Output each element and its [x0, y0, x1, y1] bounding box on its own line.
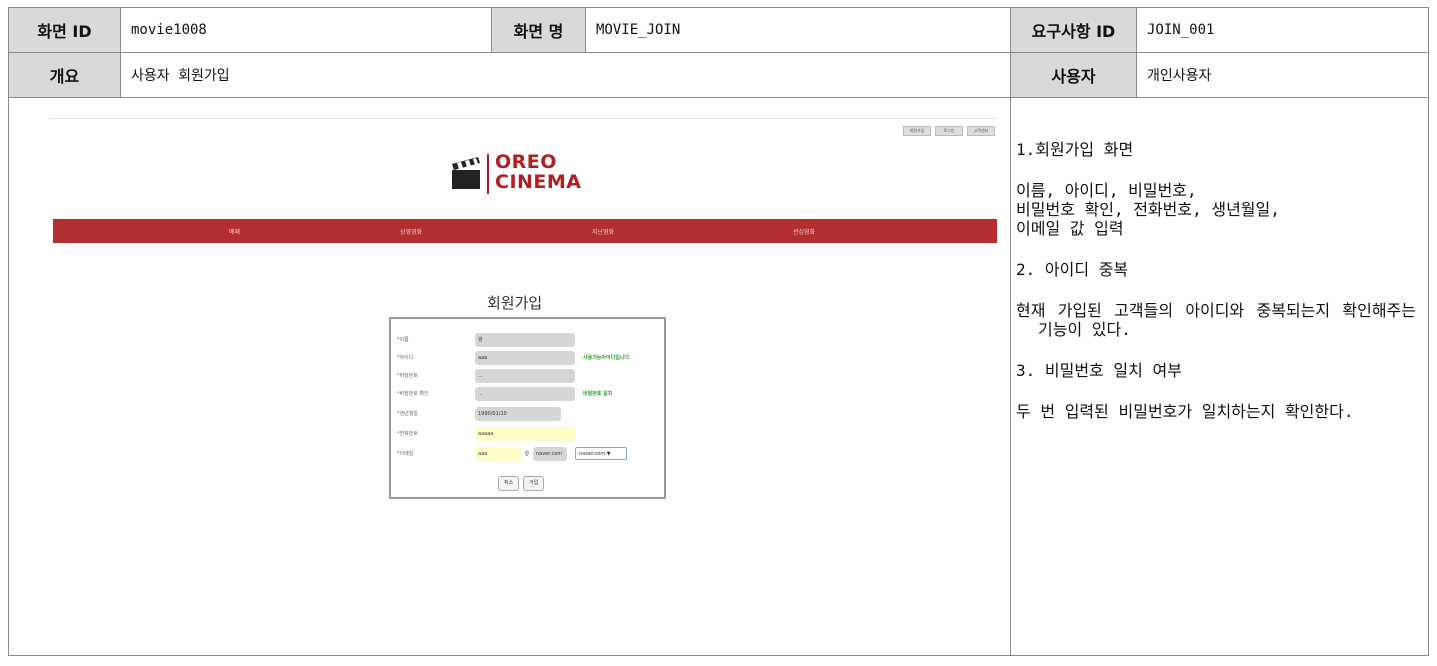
- logo-line-2: CINEMA: [495, 171, 582, 193]
- id-available-message: 사용가능아이디입니다.: [583, 355, 631, 361]
- section-1-title: 1.회원가입 화면: [1016, 140, 1134, 159]
- password-confirm-input[interactable]: ...: [475, 387, 575, 401]
- divider: [49, 118, 997, 119]
- user-value: 개인사용자: [1136, 52, 1429, 98]
- oreo-cinema-logo[interactable]: OREO CINEMA: [451, 150, 611, 198]
- section-1-line-2: 비밀번호 확인, 전화번호, 생년월일,: [1016, 200, 1280, 219]
- login-link[interactable]: 로그인: [935, 126, 963, 136]
- email-domain-select[interactable]: naver.com ▼: [575, 447, 627, 460]
- field-label: *이메일: [397, 451, 414, 457]
- section-2-body: 현재 가입된 고객들의 아이디와 중복되는지 확인해주는 기능이 있다.: [1016, 301, 1416, 339]
- field-label: *전화번호: [397, 431, 418, 437]
- password-match-message: 비밀번호 일치: [583, 391, 613, 397]
- form-buttons: 취소 가입: [498, 476, 545, 491]
- user-label: 사용자: [1010, 52, 1137, 98]
- logo-divider: [487, 154, 489, 194]
- screen-id-label: 화면 ID: [8, 7, 121, 53]
- join-page-mockup: 회원가입 로그인 고객센터 OREO CINEMA 예매 상영영화 지난영화 관…: [9, 98, 1009, 653]
- screen-spec-table: 화면 ID movie1008 화면 명 MOVIE_JOIN 요구사항 ID …: [8, 7, 1429, 656]
- section-3-title: 3. 비밀번호 일치 여부: [1016, 361, 1182, 380]
- field-label: *비밀번호: [397, 373, 418, 379]
- field-label: *비밀번호 확인: [397, 391, 429, 397]
- password-input[interactable]: ...: [475, 369, 575, 383]
- screen-mockup-cell: 회원가입 로그인 고객센터 OREO CINEMA 예매 상영영화 지난영화 관…: [8, 97, 1011, 656]
- id-input[interactable]: aaa: [475, 351, 575, 365]
- field-label: *아이디: [397, 355, 414, 361]
- email-local-input[interactable]: aaa: [475, 447, 521, 461]
- requirement-id-label: 요구사항 ID: [1010, 7, 1137, 53]
- field-label: *생년월일: [397, 411, 418, 417]
- section-1-body: 이름, 아이디, 비밀번호, 비밀번호 확인, 전화번호, 생년월일, 이메일 값 …: [1016, 181, 1416, 238]
- clapperboard-icon: [452, 157, 480, 189]
- email-domain-input[interactable]: naver.com: [533, 447, 567, 461]
- overview-value: 사용자 회원가입: [120, 52, 1011, 98]
- logo-line-1: OREO: [495, 151, 557, 173]
- top-links: 회원가입 로그인 고객센터: [903, 126, 995, 136]
- nav-item-now-showing[interactable]: 상영영화: [400, 227, 422, 236]
- screen-name-label: 화면 명: [491, 7, 586, 53]
- overview-label: 개요: [8, 52, 121, 98]
- field-label: *이름: [397, 337, 409, 343]
- nav-item-past-movies[interactable]: 지난영화: [592, 227, 614, 236]
- cancel-button[interactable]: 취소: [498, 476, 520, 491]
- section-1-line-3: 이메일 값 입력: [1016, 219, 1124, 238]
- signup-link[interactable]: 회원가입: [903, 126, 931, 136]
- screen-id-value: movie1008: [120, 7, 492, 53]
- at-sign: @: [525, 450, 529, 457]
- name-input[interactable]: 왕: [475, 333, 575, 347]
- screen-name-value: MOVIE_JOIN: [585, 7, 1011, 53]
- section-2-title: 2. 아이디 중복: [1016, 260, 1129, 279]
- join-form: *이름 왕 *아이디 aaa 사용가능아이디입니다. *비밀번호 ... *비밀…: [389, 317, 666, 499]
- main-nav: 예매 상영영화 지난영화 관심영화: [53, 219, 997, 243]
- join-button[interactable]: 가입: [523, 476, 545, 491]
- section-3-body: 두 번 입력된 비밀번호가 일치하는지 확인한다.: [1016, 402, 1354, 421]
- join-title: 회원가입: [487, 294, 543, 312]
- customer-center-link[interactable]: 고객센터: [967, 126, 995, 136]
- nav-item-favorites[interactable]: 관심영화: [793, 227, 815, 236]
- nav-item-reserve[interactable]: 예매: [229, 227, 240, 236]
- phone-input[interactable]: aaaaa: [475, 427, 575, 441]
- birthdate-input[interactable]: 1990/01/10: [475, 407, 561, 421]
- requirement-id-value: JOIN_001: [1136, 7, 1429, 53]
- section-1-line-1: 이름, 아이디, 비밀번호,: [1016, 181, 1197, 200]
- description-cell: 1.회원가입 화면 이름, 아이디, 비밀번호, 비밀번호 확인, 전화번호, 생…: [1010, 97, 1429, 656]
- logo-text: OREO CINEMA: [495, 152, 582, 192]
